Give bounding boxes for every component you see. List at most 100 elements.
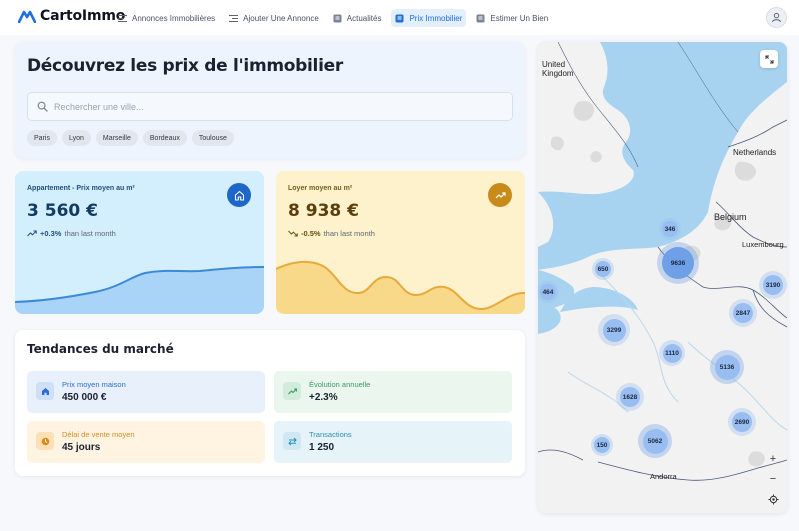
logo-icon bbox=[18, 10, 36, 23]
cluster-count: 9636 bbox=[662, 247, 694, 279]
chip-lyon[interactable]: Lyon bbox=[61, 130, 91, 146]
swap-icon bbox=[283, 432, 301, 450]
nav-links: Annonces Immobilières Ajouter Une Annonc… bbox=[114, 9, 558, 27]
map-cluster[interactable]: 3299 bbox=[598, 314, 630, 346]
country-label-netherlands: Netherlands bbox=[733, 148, 777, 157]
trend-up-icon bbox=[495, 191, 506, 198]
cluster-count: 346 bbox=[662, 221, 678, 237]
trend-up-icon bbox=[283, 382, 301, 400]
page-title: Découvrez les prix de l'immobilier bbox=[27, 56, 343, 76]
nav-item-label: Actualités bbox=[346, 13, 382, 23]
user-icon bbox=[772, 12, 781, 23]
chip-toulouse[interactable]: Toulouse bbox=[191, 130, 234, 146]
trend-card-value: 1 250 bbox=[309, 442, 335, 453]
trend-card-annual-change: Évolution annuelle +2.3% bbox=[274, 371, 512, 413]
stat-badge bbox=[227, 183, 251, 207]
market-trends-card: Tendances du marché Prix moyen maison 45… bbox=[15, 330, 525, 476]
trend-card-value: 45 jours bbox=[62, 442, 101, 453]
news-icon bbox=[333, 14, 342, 23]
calc-icon bbox=[476, 14, 485, 23]
trend-card-transactions: Transactions 1 250 bbox=[274, 421, 512, 463]
cluster-count: 5062 bbox=[642, 428, 668, 454]
cluster-count: 3299 bbox=[602, 318, 626, 342]
user-avatar-button[interactable] bbox=[766, 7, 787, 28]
country-label-luxembourg: Luxembourg bbox=[742, 240, 784, 249]
list-icon bbox=[118, 14, 127, 23]
stat-title: Loyer moyen au m² bbox=[288, 185, 353, 192]
cluster-count: 1628 bbox=[620, 387, 640, 407]
house-icon bbox=[234, 190, 244, 201]
nav-item-label: Estimer Un Bien bbox=[490, 13, 549, 23]
stat-value: 3 560 € bbox=[27, 201, 98, 221]
doc-icon bbox=[395, 14, 404, 23]
map-cluster[interactable]: 5062 bbox=[638, 424, 672, 458]
zoom-in-button[interactable]: + bbox=[764, 450, 782, 468]
hero-search-card: Découvrez les prix de l'immobilier Paris… bbox=[15, 42, 525, 158]
fullscreen-button[interactable] bbox=[760, 50, 778, 68]
zoom-out-button[interactable]: − bbox=[764, 470, 782, 488]
chip-bordeaux[interactable]: Bordeaux bbox=[142, 130, 187, 146]
apartment-price-card: Appartement - Prix moyen au m² 3 560 € +… bbox=[15, 171, 264, 314]
stat-value: 8 938 € bbox=[288, 201, 359, 221]
trend-card-house-price: Prix moyen maison 450 000 € bbox=[27, 371, 265, 413]
list-add-icon bbox=[229, 14, 239, 23]
nav-item-label: Prix Immobilier bbox=[409, 13, 463, 23]
locate-button[interactable] bbox=[764, 490, 782, 508]
search-input[interactable] bbox=[54, 101, 494, 112]
map-cluster[interactable]: 2690 bbox=[728, 408, 756, 436]
cluster-count: 650 bbox=[595, 261, 611, 277]
rent-price-card: Loyer moyen au m² 8 938 € -0.5% than las… bbox=[276, 171, 525, 314]
stat-change-suffix: than last month bbox=[64, 229, 116, 238]
map-cluster[interactable]: 650 bbox=[592, 258, 614, 280]
country-label-uk: United Kingdom bbox=[542, 60, 574, 78]
city-chips: Paris Lyon Marseille Bordeaux Toulouse bbox=[27, 130, 239, 146]
stat-title: Appartement - Prix moyen au m² bbox=[27, 185, 135, 192]
cluster-count: 3190 bbox=[763, 275, 783, 295]
map-cluster[interactable]: 1110 bbox=[659, 340, 685, 366]
nav-item-actualites[interactable]: Actualités bbox=[329, 9, 386, 27]
trend-card-value: 450 000 € bbox=[62, 392, 107, 403]
map-cluster[interactable]: 464 bbox=[538, 281, 559, 303]
price-map[interactable]: United Kingdom Netherlands Belgium Luxem… bbox=[538, 42, 787, 513]
rent-sparkline bbox=[276, 260, 525, 314]
top-navbar: CartoImmo Annonces Immobilières Ajouter … bbox=[0, 0, 799, 35]
cluster-count: 150 bbox=[594, 437, 610, 453]
nav-item-label: Annonces Immobilières bbox=[132, 13, 216, 23]
expand-icon bbox=[765, 55, 773, 63]
search-icon bbox=[37, 101, 48, 112]
trend-card-label: Évolution annuelle bbox=[309, 380, 371, 389]
country-label-andorra: Andorra bbox=[650, 472, 677, 481]
map-cluster[interactable]: 5136 bbox=[710, 350, 744, 384]
trend-card-label: Délai de vente moyen bbox=[62, 430, 135, 439]
chip-marseille[interactable]: Marseille bbox=[95, 130, 138, 146]
city-search[interactable] bbox=[27, 92, 513, 121]
cluster-count: 2690 bbox=[732, 412, 752, 432]
nav-item-ajouter[interactable]: Ajouter Une Annonce bbox=[225, 9, 323, 27]
nav-item-estimer[interactable]: Estimer Un Bien bbox=[472, 9, 552, 27]
map-cluster[interactable]: 3190 bbox=[759, 271, 787, 299]
stat-trend: +0.3% than last month bbox=[27, 229, 116, 238]
clock-icon bbox=[36, 432, 54, 450]
cluster-count: 1110 bbox=[662, 343, 682, 363]
map-cluster[interactable]: 346 bbox=[659, 218, 681, 240]
stat-change: -0.5% bbox=[301, 229, 321, 238]
stat-change: +0.3% bbox=[40, 229, 62, 238]
apartment-sparkline bbox=[15, 266, 264, 314]
brand-logo[interactable]: CartoImmo bbox=[18, 8, 125, 24]
cluster-count: 464 bbox=[540, 284, 556, 300]
house-icon bbox=[36, 382, 54, 400]
locate-icon bbox=[768, 494, 778, 504]
country-label-belgium: Belgium bbox=[714, 212, 747, 222]
map-cluster[interactable]: 2847 bbox=[729, 299, 757, 327]
trend-card-label: Prix moyen maison bbox=[62, 380, 126, 389]
chip-paris[interactable]: Paris bbox=[27, 130, 57, 146]
map-cluster[interactable]: 9636 bbox=[657, 242, 699, 284]
map-cluster[interactable]: 1628 bbox=[616, 383, 644, 411]
nav-item-annonces[interactable]: Annonces Immobilières bbox=[114, 9, 219, 27]
nav-item-label: Ajouter Une Annonce bbox=[243, 13, 319, 23]
cluster-count: 5136 bbox=[714, 354, 740, 380]
section-title: Tendances du marché bbox=[27, 342, 174, 356]
nav-item-prix-immobilier[interactable]: Prix Immobilier bbox=[391, 9, 467, 27]
trend-card-value: +2.3% bbox=[309, 392, 338, 403]
map-cluster[interactable]: 150 bbox=[591, 434, 613, 456]
